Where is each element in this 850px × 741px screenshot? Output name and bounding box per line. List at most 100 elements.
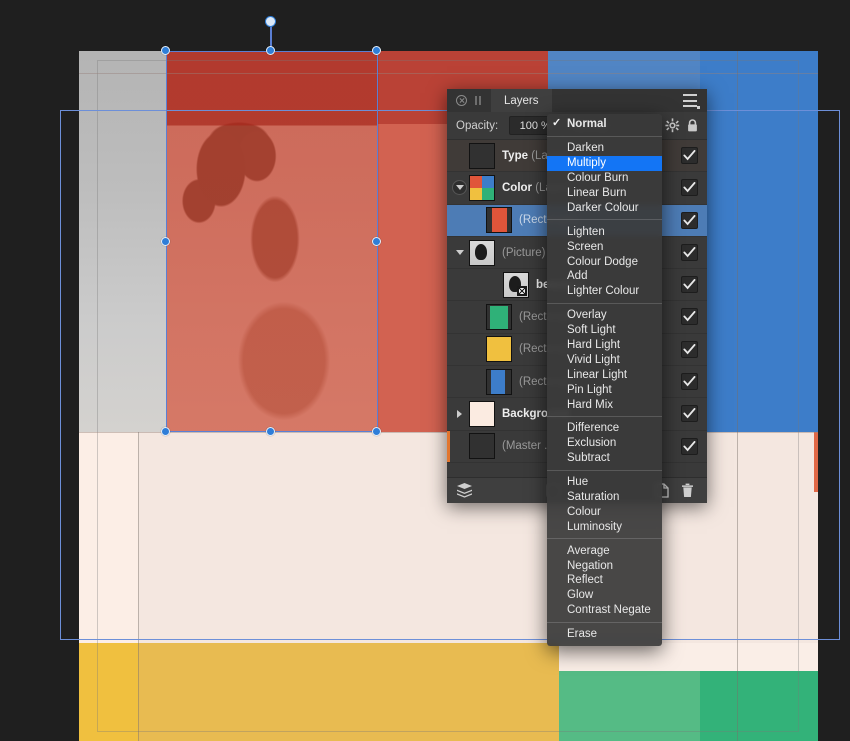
layer-visibility-checkbox[interactable]: [681, 179, 698, 197]
layer-thumbnail[interactable]: [469, 239, 495, 266]
menu-separator: [547, 469, 662, 471]
layer-thumbnail[interactable]: [486, 368, 512, 395]
layer-thumbnail[interactable]: [469, 142, 495, 169]
menu-item-reflect[interactable]: Reflect: [547, 573, 662, 588]
artboard-green-rectangle-light: [559, 671, 700, 741]
hamburger-menu-icon[interactable]: [683, 94, 700, 109]
menu-item-label: Colour Burn: [567, 172, 629, 185]
layer-visibility-checkbox[interactable]: [681, 211, 698, 229]
menu-separator: [547, 302, 662, 304]
rotation-handle[interactable]: [265, 16, 276, 27]
menu-item-normal[interactable]: Normal: [547, 116, 662, 132]
menu-item-label: Linear Light: [567, 368, 628, 381]
menu-item-difference[interactable]: Difference: [547, 421, 662, 436]
menu-item-glow[interactable]: Glow: [547, 588, 662, 603]
menu-item-saturation[interactable]: Saturation: [547, 490, 662, 505]
menu-item-add[interactable]: Add: [547, 269, 662, 284]
menu-item-hard-mix[interactable]: Hard Mix: [547, 397, 662, 412]
menu-item-multiply[interactable]: Multiply: [547, 155, 662, 171]
lock-icon[interactable]: [685, 118, 700, 133]
layer-thumbnail[interactable]: [469, 433, 495, 460]
menu-item-darken[interactable]: Darken: [547, 141, 662, 156]
menu-item-lighter-colour[interactable]: Lighter Colour: [547, 284, 662, 299]
resize-handle-top-right[interactable]: [372, 46, 381, 55]
gear-icon[interactable]: [665, 118, 680, 133]
menu-item-darker-colour[interactable]: Darker Colour: [547, 200, 662, 215]
layer-mask-badge: [517, 285, 527, 296]
menu-item-linear-light[interactable]: Linear Light: [547, 367, 662, 382]
menu-item-erase[interactable]: Erase: [547, 627, 662, 642]
disclosure-expanded-icon[interactable]: [452, 245, 467, 260]
layer-thumbnail[interactable]: [486, 207, 512, 234]
layer-visibility-checkbox[interactable]: [681, 276, 698, 294]
layer-visibility-checkbox[interactable]: [681, 243, 698, 261]
menu-item-negation[interactable]: Negation: [547, 558, 662, 573]
menu-item-label: Saturation: [567, 491, 620, 504]
menu-item-soft-light[interactable]: Soft Light: [547, 323, 662, 338]
resize-handle-middle-right[interactable]: [372, 237, 381, 246]
layers-stack-icon[interactable]: [451, 478, 477, 504]
layer-thumbnail[interactable]: [486, 304, 512, 331]
menu-item-label: Hard Light: [567, 339, 621, 352]
resize-handle-bottom-left[interactable]: [161, 427, 170, 436]
menu-item-luminosity[interactable]: Luminosity: [547, 519, 662, 534]
menu-item-label: Difference: [567, 422, 620, 435]
menu-item-label: Pin Light: [567, 383, 612, 396]
layer-visibility-checkbox[interactable]: [681, 405, 698, 423]
menu-item-label: Reflect: [567, 574, 603, 587]
artboard-yellow-rectangle-left: [79, 643, 138, 741]
menu-item-colour-burn[interactable]: Colour Burn: [547, 171, 662, 186]
menu-item-colour[interactable]: Colour: [547, 504, 662, 519]
menu-item-label: Add: [567, 270, 588, 283]
chevron-down-icon: [455, 185, 464, 191]
layer-thumbnail[interactable]: [486, 336, 512, 363]
layer-visibility-checkbox[interactable]: [681, 373, 698, 391]
menu-item-linear-burn[interactable]: Linear Burn: [547, 186, 662, 201]
artboard-yellow-rectangle[interactable]: [79, 643, 559, 741]
resize-handle-top-left[interactable]: [161, 46, 170, 55]
menu-item-vivid-light[interactable]: Vivid Light: [547, 352, 662, 367]
menu-item-average[interactable]: Average: [547, 543, 662, 558]
layer-name: (Picture): [502, 246, 546, 259]
trash-icon[interactable]: [674, 478, 700, 504]
resize-handle-bottom-center[interactable]: [266, 427, 275, 436]
menu-item-subtract[interactable]: Subtract: [547, 451, 662, 466]
menu-item-label: Linear Burn: [567, 187, 627, 199]
menu-item-colour-dodge[interactable]: Colour Dodge: [547, 254, 662, 269]
chevron-right-icon: [457, 410, 462, 419]
red-multiply-rectangle[interactable]: [166, 51, 378, 432]
menu-item-label: Erase: [567, 628, 598, 641]
layer-thumbnail[interactable]: [469, 174, 495, 201]
red-edge-accent: [814, 432, 818, 492]
layer-visibility-checkbox[interactable]: [681, 437, 698, 455]
menu-item-label: Hard Mix: [567, 398, 614, 411]
menu-item-hue[interactable]: Hue: [547, 475, 662, 490]
layer-visibility-checkbox[interactable]: [681, 147, 698, 164]
resize-handle-middle-left[interactable]: [161, 237, 170, 246]
menu-item-label: Subtract: [567, 452, 610, 465]
layer-name: (Master ...: [502, 440, 554, 453]
menu-separator: [547, 538, 662, 540]
layer-thumbnail[interactable]: [469, 401, 495, 428]
close-icon[interactable]: [456, 95, 467, 106]
menu-item-overlay[interactable]: Overlay: [547, 308, 662, 323]
menu-item-lighten[interactable]: Lighten: [547, 224, 662, 239]
resize-handle-top-center[interactable]: [266, 46, 275, 55]
menu-item-pin-light[interactable]: Pin Light: [547, 382, 662, 397]
layer-visibility-checkbox[interactable]: [681, 308, 698, 326]
panel-titlebar[interactable]: Layers: [447, 89, 707, 112]
layer-visibility-checkbox[interactable]: [681, 340, 698, 358]
canvas-area[interactable]: [0, 0, 850, 741]
layer-thumbnail[interactable]: [503, 271, 529, 298]
disclosure-expanded-icon[interactable]: [452, 180, 467, 196]
menu-item-exclusion[interactable]: Exclusion: [547, 436, 662, 451]
menu-item-contrast-negate[interactable]: Contrast Negate: [547, 603, 662, 618]
blend-mode-dropdown[interactable]: Normal Darken Multiply Colour Burn Linear Bu…: [547, 114, 662, 646]
menu-separator: [547, 621, 662, 623]
menu-item-hard-light[interactable]: Hard Light: [547, 338, 662, 353]
resize-handle-bottom-right[interactable]: [372, 427, 381, 436]
disclosure-collapsed-icon[interactable]: [452, 407, 467, 422]
menu-item-screen[interactable]: Screen: [547, 239, 662, 254]
tab-layers[interactable]: Layers: [491, 89, 552, 112]
menu-item-label: Soft Light: [567, 324, 616, 337]
